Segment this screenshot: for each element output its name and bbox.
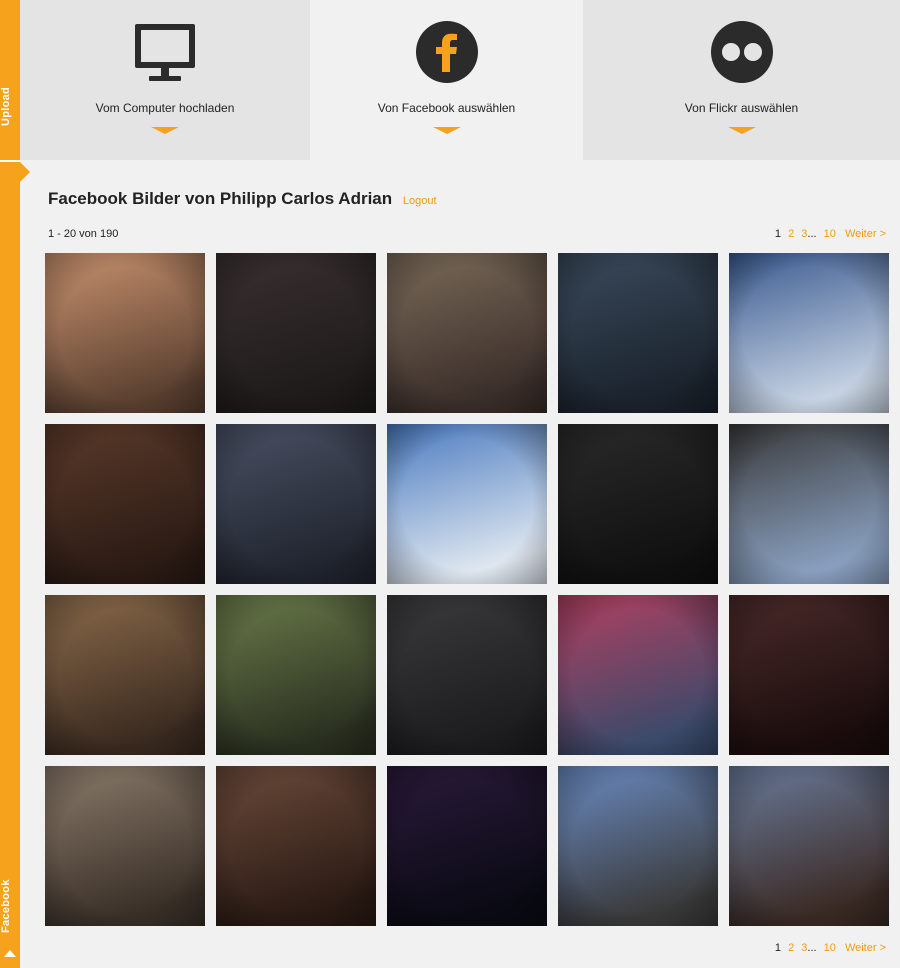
- monitor-icon: [135, 24, 195, 81]
- tab-computer[interactable]: Vom Computer hochladen: [20, 0, 310, 160]
- photo-thumbnail[interactable]: [558, 595, 718, 755]
- sidebar-divider: [0, 160, 20, 162]
- photo-thumbnail[interactable]: [558, 424, 718, 584]
- page-link-last[interactable]: 10: [824, 228, 836, 240]
- sidebar-item-facebook[interactable]: Facebook: [0, 876, 20, 936]
- sidebar-item-upload[interactable]: Upload: [0, 86, 20, 126]
- photo-thumbnail[interactable]: [729, 424, 889, 584]
- flickr-icon: [710, 21, 773, 83]
- photo-thumbnail[interactable]: [216, 595, 376, 755]
- page-link-2[interactable]: 2: [788, 942, 794, 954]
- photo-thumbnail[interactable]: [45, 766, 205, 926]
- logout-link[interactable]: Logout: [403, 195, 437, 207]
- photo-thumbnail[interactable]: [387, 766, 547, 926]
- tab-flickr[interactable]: Von Flickr auswählen: [583, 0, 900, 160]
- page-ellipsis: ...: [807, 228, 817, 240]
- page-link-last[interactable]: 10: [824, 942, 836, 954]
- photo-thumbnail[interactable]: [387, 253, 547, 413]
- source-tabs: Vom Computer hochladen Von Facebook ausw…: [20, 0, 900, 160]
- photo-thumbnail[interactable]: [45, 424, 205, 584]
- photo-thumbnail[interactable]: [558, 766, 718, 926]
- photo-thumbnail[interactable]: [729, 595, 889, 755]
- photo-thumbnail[interactable]: [729, 253, 889, 413]
- result-count: 1 - 20 von 190: [48, 228, 119, 240]
- photo-thumbnail[interactable]: [45, 595, 205, 755]
- photo-thumbnail[interactable]: [216, 766, 376, 926]
- photo-thumbnail[interactable]: [558, 253, 718, 413]
- tab-label: Von Flickr auswählen: [684, 101, 799, 115]
- page-ellipsis: ...: [807, 942, 817, 954]
- pagination-bottom: 1 2 3... 10 Weiter >: [771, 942, 886, 954]
- collapse-arrow-icon[interactable]: [4, 950, 16, 957]
- tab-arrow-icon: [727, 127, 756, 134]
- photo-thumbnail[interactable]: [45, 253, 205, 413]
- page-link-2[interactable]: 2: [788, 228, 794, 240]
- photo-thumbnail[interactable]: [216, 424, 376, 584]
- tab-facebook[interactable]: Von Facebook auswählen: [310, 0, 583, 160]
- tab-arrow-icon: [432, 127, 461, 134]
- next-page-link[interactable]: Weiter >: [845, 942, 886, 954]
- tab-label: Von Facebook auswählen: [377, 101, 516, 115]
- page-title: Facebook Bilder von Philipp Carlos Adria…: [48, 189, 437, 209]
- photo-thumbnail[interactable]: [387, 424, 547, 584]
- photo-thumbnail[interactable]: [216, 253, 376, 413]
- tab-label: Vom Computer hochladen: [95, 101, 235, 115]
- facebook-icon: [415, 21, 478, 83]
- page-current: 1: [774, 942, 782, 954]
- page-current: 1: [774, 228, 782, 240]
- pagination-top: 1 2 3... 10 Weiter >: [771, 228, 886, 240]
- tab-arrow-icon: [151, 127, 179, 134]
- photo-thumbnail[interactable]: [387, 595, 547, 755]
- page-title-text: Facebook Bilder von Philipp Carlos Adria…: [48, 189, 393, 208]
- sidebar-notch: [20, 162, 30, 182]
- photo-thumbnail[interactable]: [729, 766, 889, 926]
- sidebar: [0, 0, 20, 968]
- next-page-link[interactable]: Weiter >: [845, 228, 886, 240]
